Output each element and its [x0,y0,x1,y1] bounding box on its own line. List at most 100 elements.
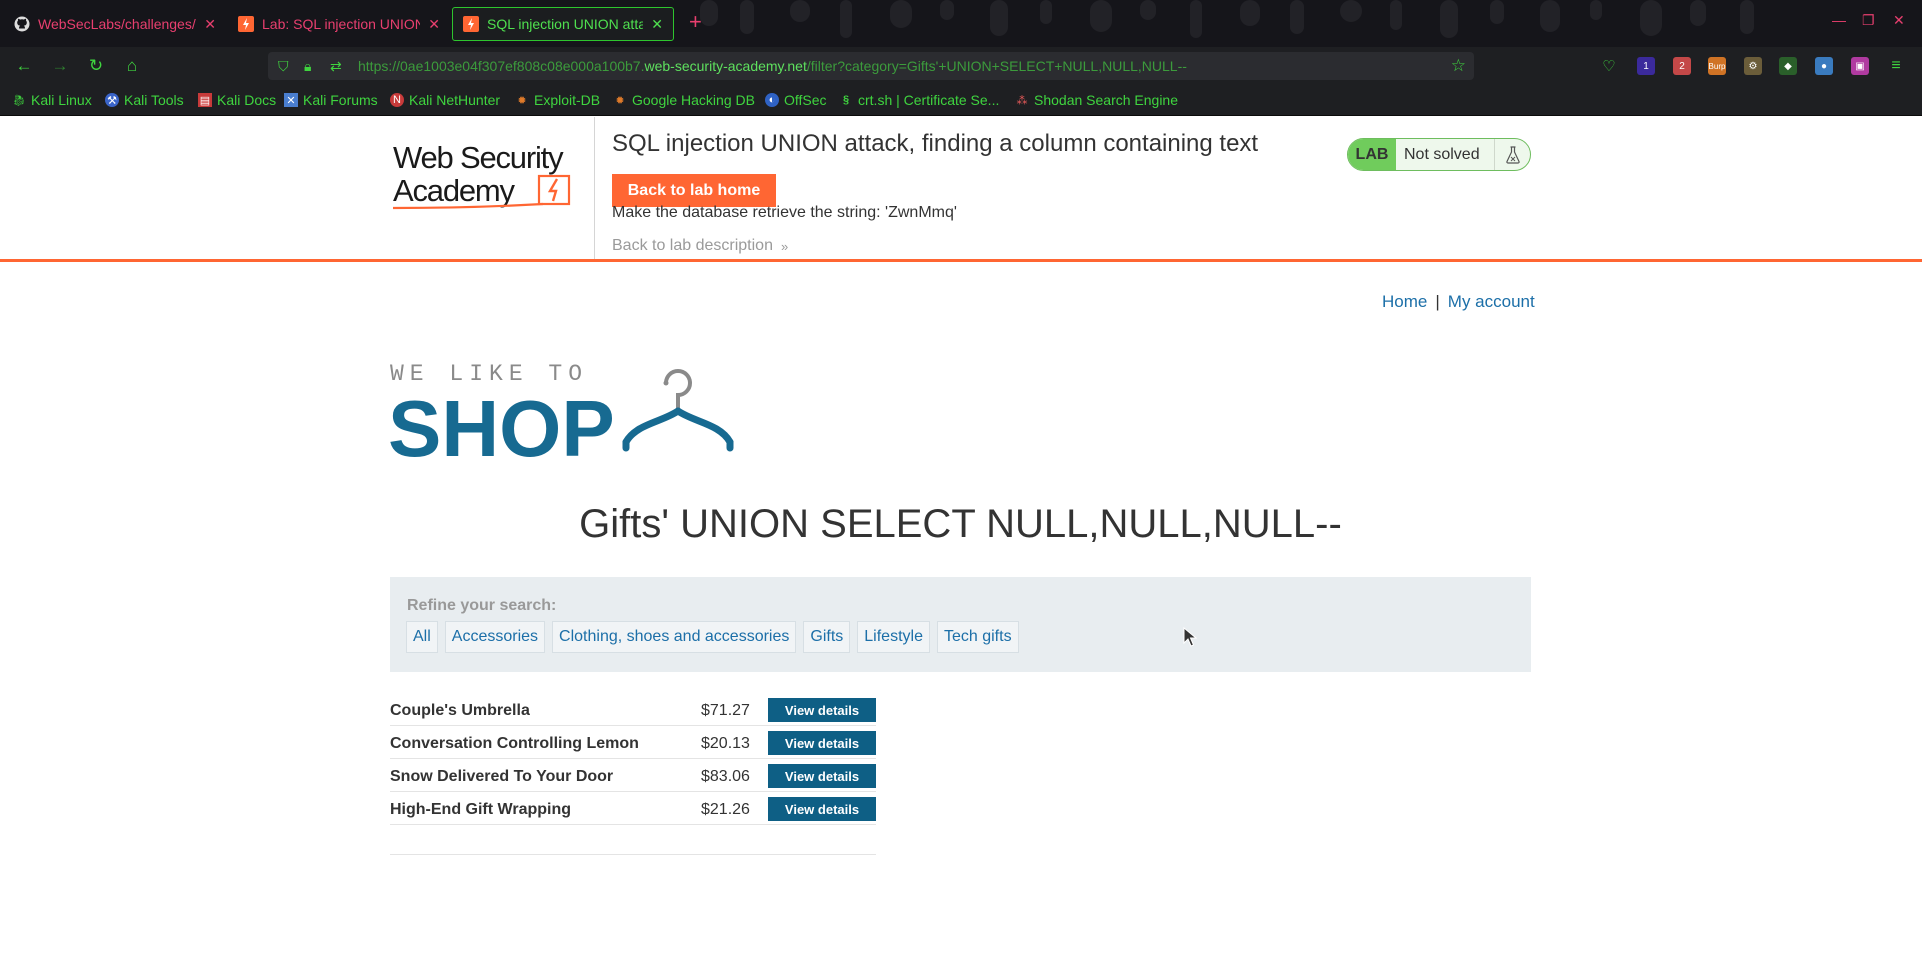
svg-text:SHOP: SHOP [390,384,615,460]
multi-account-icon[interactable]: 2 [1673,57,1691,75]
kali-docs-icon: ▤ [198,93,212,107]
foxyproxy-icon[interactable]: ⚙ [1744,57,1762,75]
pocket-icon[interactable]: ♡ [1600,57,1618,75]
lab-status-badge: LAB Not solved [1347,138,1531,171]
svg-text:Web Security: Web Security [393,140,564,175]
lab-header-accent-line [0,259,1922,262]
kali-dragon-icon: 🐉︎ [12,94,26,107]
bookmarks-bar: 🐉︎ Kali Linux ⚒ Kali Tools ▤ Kali Docs ✕ Kal… [0,84,1922,116]
bookmark-google-hacking-db[interactable]: ✹ Google Hacking DB [613,92,755,108]
account-nav: Home | My account [1382,292,1535,311]
double-chevron-right-icon: » [780,238,789,254]
github-icon [14,16,30,32]
refine-search-panel: Refine your search: All Accessories Clot… [390,577,1531,672]
reload-icon[interactable]: ↻ [85,55,107,77]
tab-lab-description[interactable]: Lab: SQL injection UNION a ✕ [228,7,450,41]
filter-lifestyle[interactable]: Lifestyle [857,621,930,653]
filter-gifts[interactable]: Gifts [803,621,851,653]
product-name: Couple's Umbrella [390,702,530,719]
wsa-lightning-icon [238,16,254,32]
shield-icon[interactable]: ⛉ [278,58,289,75]
home-link[interactable]: Home [1382,292,1427,311]
product-price: $20.13 [701,735,750,752]
shodan-icon: ⁂ [1016,94,1028,107]
back-to-lab-description-link[interactable]: Back to lab description » [612,237,788,255]
view-details-button[interactable]: View details [768,764,876,788]
category-heading: Gifts' UNION SELECT NULL,NULL,NULL-- [579,502,1342,546]
ublock-icon[interactable]: 1 [1637,57,1655,75]
lab-header-divider [594,117,595,259]
view-details-button[interactable]: View details [768,797,876,821]
browser-tab-bar: WebSecLabs/challenges/sq ✕ Lab: SQL inje… [0,0,1922,47]
refine-search-label: Refine your search: [407,597,557,614]
bookmark-exploit-db[interactable]: ✹ Exploit-DB [515,92,600,108]
crtsh-icon: § [842,94,850,106]
back-to-lab-home-button[interactable]: Back to lab home [612,174,776,207]
address-bar[interactable]: ⛉ 🔒︎ ⇄ https://0ae1003e04f307ef808c08e00… [268,52,1474,80]
hacktools-icon[interactable]: ▣ [1851,57,1869,75]
product-price: $71.27 [701,702,750,719]
bookmark-star-icon[interactable]: ☆ [1451,56,1466,76]
lock-icon[interactable]: 🔒︎ [304,58,311,75]
nethunter-icon: N [390,93,404,107]
window-close-icon[interactable]: ✕ [1893,12,1905,29]
tab-websec-labs[interactable]: WebSecLabs/challenges/sq ✕ [4,7,226,41]
product-name: Conversation Controlling Lemon [390,735,639,752]
tab-close-icon[interactable]: ✕ [428,16,440,33]
table-row: Couple's Umbrella $71.27 View details [390,693,876,726]
bookmark-kali-linux[interactable]: 🐉︎ Kali Linux [12,92,92,108]
bookmark-kali-nethunter[interactable]: N Kali NetHunter [390,92,500,108]
bookmark-kali-docs[interactable]: ▤ Kali Docs [198,92,276,108]
permissions-icon[interactable]: ⇄ [330,58,342,75]
category-filter-list: All Accessories Clothing, shoes and acce… [406,621,1026,653]
view-details-button[interactable]: View details [768,698,876,722]
home-icon[interactable]: ⌂ [121,55,143,77]
filter-all[interactable]: All [406,621,438,653]
browser-nav-bar: ← → ↻ ⌂ ⛉ 🔒︎ ⇄ https://0ae1003e04f307ef8… [0,47,1922,84]
screen: WebSecLabs/challenges/sq ✕ Lab: SQL inje… [0,0,1922,965]
tab-bar-theme-decoration [700,0,1754,38]
cookie-editor-icon[interactable]: ● [1815,57,1833,75]
we-like-to-shop-logo[interactable]: WE LIKE TO SHOP [390,360,746,460]
product-name: Snow Delivered To Your Door [390,768,614,785]
logo-lightning-icon [547,178,559,202]
offsec-icon: ◐ [765,93,779,107]
url-text[interactable]: https://0ae1003e04f307ef808c08e000a100b7… [358,58,1187,74]
wsa-lightning-icon [463,16,479,32]
menu-hamburger-icon[interactable]: ≡ [1887,57,1905,75]
bookmark-offsec[interactable]: ◐ OffSec [765,92,827,108]
filter-accessories[interactable]: Accessories [444,621,546,653]
view-details-button[interactable]: View details [768,731,876,755]
product-table: Couple's Umbrella $71.27 View details Co… [390,693,876,825]
coat-hanger-icon [622,369,734,452]
wappalyzer-icon[interactable]: ◆ [1779,57,1797,75]
restore-icon[interactable]: ❐ [1862,12,1875,29]
flask-icon[interactable] [1494,139,1530,170]
bookmark-crtsh[interactable]: § crt.sh | Certificate Se... [839,92,999,108]
lab-title: SQL injection UNION attack, finding a co… [612,130,1259,157]
exploit-db-icon: ✹ [517,94,527,107]
kali-forums-icon: ✕ [284,93,298,107]
minimize-icon[interactable]: — [1832,12,1846,28]
bookmark-kali-tools[interactable]: ⚒ Kali Tools [105,92,184,108]
kali-tools-icon: ⚒ [105,93,119,107]
tab-active-lab[interactable]: SQL injection UNION attack ✕ [452,7,674,41]
lab-status-text: Not solved [1404,145,1480,163]
forward-arrow-icon[interactable]: → [49,55,71,77]
mouse-cursor-icon [1183,627,1197,647]
product-name: High-End Gift Wrapping [390,801,572,818]
tab-close-icon[interactable]: ✕ [204,16,216,33]
new-tab-button[interactable]: + [689,11,702,33]
filter-clothing[interactable]: Clothing, shoes and accessories [552,621,797,653]
tab-close-icon[interactable]: ✕ [651,16,663,33]
product-price: $21.26 [701,801,750,818]
table-row: High-End Gift Wrapping $21.26 View detai… [390,792,876,825]
bookmark-kali-forums[interactable]: ✕ Kali Forums [284,92,378,108]
my-account-link[interactable]: My account [1448,292,1535,311]
web-security-academy-logo[interactable]: Web Security Academy [393,138,593,212]
bookmark-shodan[interactable]: ⁂ Shodan Search Engine [1015,92,1179,108]
back-arrow-icon[interactable]: ← [13,55,35,77]
filter-tech-gifts[interactable]: Tech gifts [936,621,1019,653]
ghdb-icon: ✹ [615,94,625,107]
burp-icon[interactable]: Burp [1708,57,1726,75]
